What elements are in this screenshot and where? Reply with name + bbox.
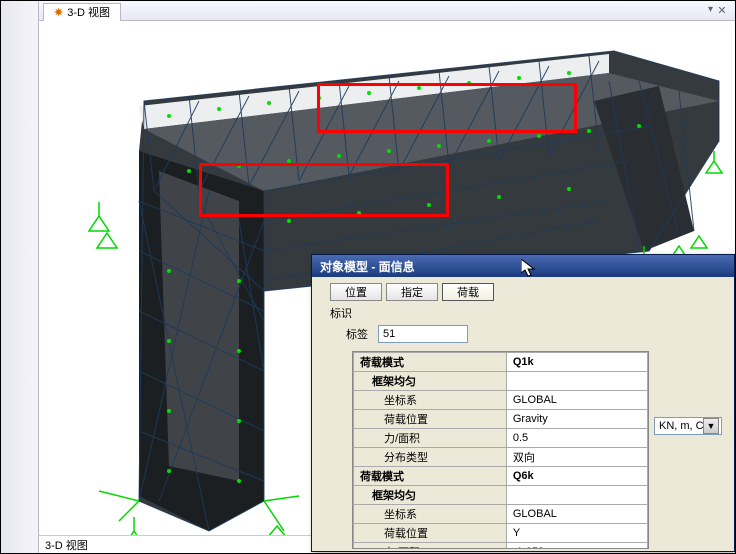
tab-label: 3-D 视图 (67, 4, 110, 20)
tab-3d-view[interactable]: ✷ 3-D 视图 (43, 3, 121, 21)
grid-value[interactable]: 0.5 (506, 429, 647, 448)
table-row[interactable]: 坐标系GLOBAL (354, 391, 648, 410)
grid-value[interactable]: Gravity (506, 410, 647, 429)
grid-key: 力/面积 (354, 543, 507, 550)
panel-title: 对象模型 - 面信息 (312, 255, 734, 277)
table-row[interactable]: 荷载位置Y (354, 524, 648, 543)
grid-value[interactable]: GLOBAL (506, 391, 647, 410)
grid-key: 框架均匀 (354, 486, 507, 505)
grid-key: 荷载模式 (354, 353, 507, 372)
grid-value[interactable]: Y (506, 524, 647, 543)
left-gutter (1, 1, 39, 553)
grid-key: 框架均匀 (354, 372, 507, 391)
label-field-label: 标签 (346, 326, 368, 342)
unit-select[interactable]: KN, m, C (654, 417, 722, 435)
grid-key: 坐标系 (354, 391, 507, 410)
grid-value[interactable]: -1.253 (506, 543, 647, 550)
tab-load[interactable]: 荷载 (442, 283, 494, 301)
load-grid[interactable]: 荷载模式Q1k框架均匀坐标系GLOBAL荷载位置Gravity力/面积0.5分布… (352, 351, 649, 549)
grid-key: 分布类型 (354, 448, 507, 467)
table-row[interactable]: 荷载位置Gravity (354, 410, 648, 429)
table-row[interactable]: 框架均匀 (354, 372, 648, 391)
grid-value[interactable] (506, 486, 647, 505)
identify-section: 标识 (312, 301, 734, 321)
status-label: 3-D 视图 (45, 537, 88, 553)
grid-key: 荷载位置 (354, 410, 507, 429)
object-info-panel[interactable]: 对象模型 - 面信息 位置 指定 荷载 标识 标签 荷载模式Q1k框架均匀坐标系… (311, 254, 735, 552)
tab-assign[interactable]: 指定 (386, 283, 438, 301)
grid-value[interactable] (506, 372, 647, 391)
table-row[interactable]: 荷载模式Q1k (354, 353, 648, 372)
tab-dropdown-icon[interactable]: ▾ (708, 4, 713, 15)
table-row[interactable]: 力/面积0.5 (354, 429, 648, 448)
highlight-box-2 (199, 163, 449, 217)
panel-tabs: 位置 指定 荷载 (312, 277, 734, 301)
tab-bar: ✷ 3-D 视图 ▾ ✕ (39, 1, 735, 21)
tab-icon: ✷ (54, 6, 63, 19)
close-icon[interactable]: ✕ (715, 4, 729, 18)
grid-key: 荷载模式 (354, 467, 507, 486)
tab-position[interactable]: 位置 (330, 283, 382, 301)
grid-value[interactable]: Q1k (506, 353, 647, 372)
label-input[interactable] (378, 325, 468, 343)
table-row[interactable]: 坐标系GLOBAL (354, 505, 648, 524)
grid-key: 荷载位置 (354, 524, 507, 543)
grid-value[interactable]: Q6k (506, 467, 647, 486)
highlight-box-1 (317, 83, 577, 133)
unit-value: KN, m, C (659, 420, 704, 432)
grid-value[interactable]: 双向 (506, 448, 647, 467)
grid-value[interactable]: GLOBAL (506, 505, 647, 524)
grid-key: 力/面积 (354, 429, 507, 448)
grid-key: 坐标系 (354, 505, 507, 524)
table-row[interactable]: 框架均匀 (354, 486, 648, 505)
table-row[interactable]: 荷载模式Q6k (354, 467, 648, 486)
table-row[interactable]: 力/面积-1.253 (354, 543, 648, 550)
table-row[interactable]: 分布类型双向 (354, 448, 648, 467)
